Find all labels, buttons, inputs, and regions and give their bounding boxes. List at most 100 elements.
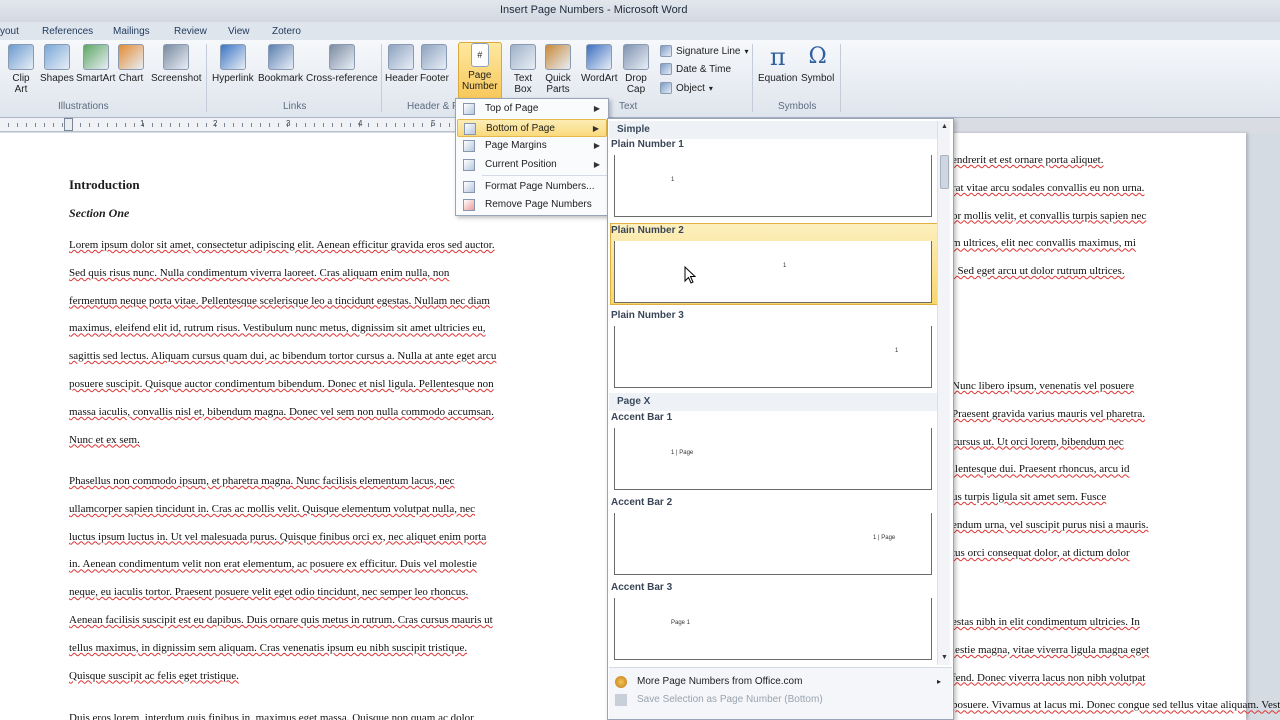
gallery-item-accent-bar-1[interactable]: 1 | Page bbox=[614, 428, 932, 490]
gallery-item-plain-number-3[interactable]: 1 bbox=[614, 326, 932, 388]
page-number-preview: 1 bbox=[895, 348, 899, 354]
hyperlink-label: Hyperlink bbox=[212, 73, 254, 84]
group-label-symbols: Symbols bbox=[778, 101, 817, 112]
drop-cap-button[interactable]: Drop Cap bbox=[623, 44, 649, 95]
more-page-numbers-link[interactable]: More Page Numbers from Office.com ▸ bbox=[609, 673, 949, 691]
header-button[interactable]: Header bbox=[385, 44, 418, 84]
menu-item-label: Page Margins bbox=[485, 140, 547, 151]
scroll-up-icon[interactable]: ▲ bbox=[939, 121, 950, 133]
mouse-cursor-icon bbox=[684, 266, 696, 284]
gallery-item-label: Plain Number 3 bbox=[611, 310, 684, 321]
text-line: rat vitae arcu sodales convallis eu non … bbox=[952, 181, 1145, 194]
menu-item-label: Remove Page Numbers bbox=[485, 199, 592, 210]
text-line: tellus maximus, in dignissim sem aliquam… bbox=[69, 641, 468, 654]
ruler-number: 5 bbox=[431, 119, 436, 128]
cross-reference-button[interactable]: Cross-reference bbox=[306, 44, 378, 84]
group-label-header-footer: Header & F bbox=[407, 101, 459, 112]
menu-item-format-page-numbers[interactable]: Format Page Numbers... bbox=[457, 178, 607, 196]
wordart-button[interactable]: WordArt bbox=[581, 44, 618, 84]
ribbon-tab-yout[interactable]: yout bbox=[0, 26, 19, 37]
chart-button[interactable]: Chart bbox=[118, 44, 144, 84]
bookmark-icon bbox=[267, 44, 294, 70]
text-line: ullamcorper sapien tincidunt in. Cras ac… bbox=[69, 502, 475, 515]
menu-item-remove-page-numbers[interactable]: Remove Page Numbers bbox=[457, 196, 607, 214]
smartart-button[interactable]: SmartArt bbox=[76, 44, 115, 84]
signature-line-button[interactable]: Signature Line ▾ bbox=[660, 45, 749, 57]
paragraph-2: Phasellus non commodo ipsum, et pharetra… bbox=[69, 468, 493, 690]
page-number-icon: # bbox=[470, 43, 489, 67]
ruler-number: 1 bbox=[140, 119, 145, 128]
ribbon-tab-review[interactable]: Review bbox=[174, 26, 207, 37]
indent-marker-icon[interactable] bbox=[64, 118, 73, 131]
ribbon-tab-zotero[interactable]: Zotero bbox=[272, 26, 301, 37]
date-time-icon bbox=[660, 63, 672, 75]
group-label-text: Text bbox=[619, 101, 638, 112]
page-number-button[interactable]: # Page Number bbox=[458, 42, 502, 100]
menu-item-bottom-of-page[interactable]: Bottom of Page ▶ bbox=[457, 119, 607, 137]
object-button[interactable]: Object ▾ bbox=[660, 82, 713, 94]
gallery-footer: More Page Numbers from Office.com ▸ Save… bbox=[609, 667, 952, 719]
gallery-item-accent-bar-2[interactable]: 1 | Page bbox=[614, 513, 932, 575]
text-box-button[interactable]: Text Box bbox=[510, 44, 536, 95]
current-position-icon bbox=[463, 159, 475, 171]
symbol-icon: Ω bbox=[808, 44, 827, 69]
text-line: maximus, eleifend elit id, rutrum risus.… bbox=[69, 322, 486, 335]
ribbon-group-separator bbox=[206, 44, 207, 112]
menu-item-label: Top of Page bbox=[485, 103, 539, 114]
shapes-button[interactable]: Shapes bbox=[40, 44, 74, 84]
menu-item-current-position[interactable]: Current Position ▶ bbox=[457, 156, 607, 174]
gallery-item-accent-bar-3[interactable]: Page 1 bbox=[614, 598, 932, 660]
chevron-right-icon: ▶ bbox=[593, 141, 600, 150]
quick-parts-button[interactable]: Quick Parts bbox=[545, 44, 571, 95]
bottom-of-page-gallery: Simple Plain Number 1 1 Plain Number 2 1 Pla… bbox=[607, 118, 954, 720]
page-number-preview: 1 bbox=[671, 177, 675, 183]
ruler-tick bbox=[134, 123, 135, 127]
group-label-links: Links bbox=[283, 101, 307, 112]
gallery-item-label: Accent Bar 1 bbox=[611, 412, 673, 423]
hyperlink-button[interactable]: Hyperlink bbox=[212, 44, 254, 84]
bookmark-label: Bookmark bbox=[258, 73, 304, 84]
ruler-tick bbox=[260, 123, 261, 127]
gallery-scrollbar[interactable]: ▲ ▼ bbox=[937, 121, 950, 665]
chevron-right-icon: ▶ bbox=[593, 104, 600, 113]
ribbon-tab-view[interactable]: View bbox=[228, 26, 250, 37]
signature-line-icon bbox=[660, 45, 672, 57]
ruler-tick bbox=[188, 123, 189, 127]
dropdown-arrow-icon: ▾ bbox=[708, 83, 713, 93]
clip-art-button[interactable]: Clip Art bbox=[8, 44, 34, 95]
footer-button[interactable]: Footer bbox=[420, 44, 449, 84]
ruler-tick bbox=[170, 123, 171, 127]
symbol-button[interactable]: Ω Symbol bbox=[801, 44, 834, 84]
ruler-tick bbox=[224, 123, 225, 127]
page-number-preview: 1 | Page bbox=[873, 535, 896, 541]
chevron-right-icon: ▸ bbox=[936, 677, 941, 686]
scroll-down-icon[interactable]: ▼ bbox=[939, 652, 950, 664]
menu-item-page-margins[interactable]: Page Margins ▶ bbox=[457, 137, 607, 155]
ribbon-tab-mailings[interactable]: Mailings bbox=[113, 26, 150, 37]
date-time-button[interactable]: Date & Time bbox=[660, 63, 731, 75]
equation-button[interactable]: π Equation bbox=[758, 44, 797, 84]
gallery-item-label: Accent Bar 2 bbox=[611, 497, 673, 508]
ruler-tick bbox=[62, 123, 63, 127]
gallery-item-plain-number-1[interactable]: 1 bbox=[614, 155, 932, 217]
group-label-illustrations: Illustrations bbox=[58, 101, 109, 112]
text-line: m ultrices, elit nec convallis maximus, … bbox=[952, 237, 1136, 250]
bookmark-button[interactable]: Bookmark bbox=[258, 44, 303, 84]
ruler-tick bbox=[440, 123, 441, 127]
ribbon-tab-references[interactable]: References bbox=[42, 26, 93, 37]
menu-item-top-of-page[interactable]: Top of Page ▶ bbox=[457, 100, 607, 118]
text-line: in. Aenean condimentum velit non erat el… bbox=[69, 558, 477, 571]
remove-page-numbers-icon bbox=[463, 199, 475, 211]
ruler-tick bbox=[53, 123, 54, 127]
wordart-icon bbox=[586, 44, 613, 70]
chart-label: Chart bbox=[118, 73, 144, 84]
ruler-tick bbox=[26, 123, 27, 127]
screenshot-button[interactable]: Screenshot bbox=[151, 44, 202, 84]
save-gallery-icon bbox=[615, 694, 627, 706]
ruler-tick bbox=[323, 123, 324, 127]
header-label: Header bbox=[385, 73, 418, 84]
gallery-item-plain-number-2[interactable]: 1 bbox=[614, 241, 932, 303]
scroll-thumb[interactable] bbox=[940, 155, 949, 189]
ruler-tick bbox=[89, 123, 90, 127]
gallery-category-simple: Simple bbox=[609, 121, 939, 139]
